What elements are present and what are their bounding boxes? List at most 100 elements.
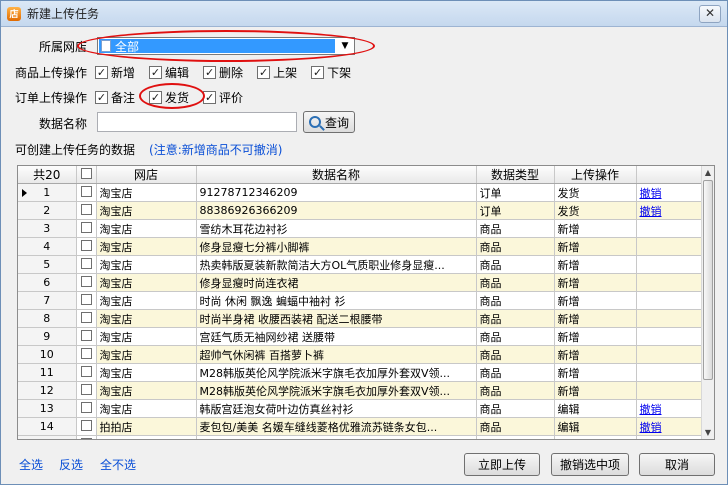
row-number[interactable]: 8 [18,309,77,328]
table-row[interactable]: 1 淘宝店 91278712346209 订单 发货 撤销 [18,183,703,202]
header-select-all[interactable] [76,166,97,184]
chevron-down-icon[interactable]: ▼ [336,41,354,51]
revoke-link[interactable]: 撤销 [640,421,662,434]
row-checkbox[interactable] [76,399,97,418]
row-checkbox[interactable] [76,345,97,364]
row-index: 7 [43,294,51,307]
close-button[interactable]: ✕ [699,5,721,23]
cell-store: 淘宝店 [96,399,197,418]
table-row[interactable]: 5 淘宝店 热卖韩版夏装新款简洁大方OL气质职业修身显瘦... 商品 新增 [18,255,703,274]
checkbox-list[interactable]: ✓ 上架 [257,64,297,81]
table-row[interactable]: 11 淘宝店 M28韩版英伦风学院派米字旗毛衣加厚外套双V领... 商品 新增 [18,363,703,382]
row-number[interactable]: 15 [18,435,77,439]
row-number[interactable]: 10 [18,345,77,364]
select-all-link[interactable]: 全选 [19,456,43,473]
cell-action [636,255,703,274]
scroll-thumb[interactable] [703,180,713,380]
data-name-label: 数据名称 [39,117,88,131]
checkbox-edit[interactable]: ✓ 编辑 [149,64,189,81]
row-checkbox[interactable] [76,237,97,256]
cell-data-name: 超帅气休闲裤 百搭萝卜裤 [196,345,477,364]
row-checkbox[interactable] [76,309,97,328]
header-data-name[interactable]: 数据名称 [196,166,477,184]
table-row[interactable]: 15 拍拍店麦包包/美美 名媛车缝线菱格优雅流苏链条女包...商品编辑撤销 [18,435,703,440]
cell-action [636,219,703,238]
row-checkbox[interactable] [76,255,97,274]
cell-action[interactable]: 撤销 [636,201,703,220]
revoke-link[interactable]: 撤销 [640,187,662,200]
data-name-input[interactable] [97,112,297,132]
upload-now-button[interactable]: 立即上传 [464,453,540,476]
checkbox-delist[interactable]: ✓ 下架 [311,64,351,81]
header-data-type[interactable]: 数据类型 [476,166,555,184]
checkbox-label: 上架 [273,66,298,80]
row-number[interactable]: 6 [18,273,77,292]
row-number[interactable]: 3 [18,219,77,238]
revoke-link[interactable]: 撤销 [640,439,662,440]
select-none-link[interactable]: 全不选 [100,456,136,473]
title-bar: 店 新建上传任务 ✕ [1,1,727,27]
vertical-scrollbar[interactable]: ▲ ▼ [701,166,714,439]
row-number[interactable]: 14 [18,417,77,436]
checkbox-remark[interactable]: ✓ 备注 [95,89,135,106]
table-row[interactable]: 9 淘宝店 宫廷气质无袖网纱裙 送腰带 商品 新增 [18,327,703,346]
store-dropdown[interactable]: 全部 ▼ [97,37,355,55]
row-checkbox[interactable] [76,327,97,346]
revoke-link[interactable]: 撤销 [640,403,662,416]
row-index: 14 [39,420,54,433]
row-checkbox[interactable] [76,417,97,436]
row-number[interactable]: 11 [18,363,77,382]
table-row[interactable]: 14 拍拍店 麦包包/美美 名媛车缝线菱格优雅流苏链条女包... 商品 编辑 撤销 [18,417,703,436]
header-action [636,166,703,184]
cell-data-type: 商品 [476,399,555,418]
cell-action[interactable]: 撤销 [636,183,703,202]
row-number[interactable]: 7 [18,291,77,310]
row-checkbox[interactable] [76,183,97,202]
checkbox-ship[interactable]: ✓ 发货 [149,89,189,106]
store-value: 全部 [115,39,140,54]
table-row[interactable]: 13 淘宝店 韩版宫廷泡女荷叶边仿真丝衬衫 商品 编辑 撤销 [18,399,703,418]
row-number[interactable]: 2 [18,201,77,220]
cell-action[interactable]: 撤销 [636,417,703,436]
row-checkbox[interactable] [76,381,97,400]
table-row[interactable]: 8 淘宝店 时尚半身裙 收腰西装裙 配送二根腰带 商品 新增 [18,309,703,328]
table-row[interactable]: 7 淘宝店 时尚 休闲 飘逸 蝙蝠中袖衬 衫商品 新增 [18,291,703,310]
table-row[interactable]: 3 淘宝店 雪纺木耳花边衬衫 商品 新增 [18,219,703,238]
row-checkbox[interactable] [76,363,97,382]
row-number[interactable]: 1 [18,183,77,202]
checkbox-add[interactable]: ✓ 新增 [95,64,135,81]
row-checkbox[interactable] [76,201,97,220]
scroll-down-icon[interactable]: ▼ [702,426,714,439]
cancel-button[interactable]: 取消 [639,453,715,476]
cell-action[interactable]: 撤销 [636,435,703,440]
checkbox-review[interactable]: ✓ 评价 [203,89,243,106]
row-checkbox[interactable] [76,435,97,439]
cell-action[interactable]: 撤销 [636,399,703,418]
order-ops-label: 订单上传操作 [15,91,88,105]
row-number[interactable]: 13 [18,399,77,418]
header-upload-op[interactable]: 上传操作 [554,166,637,184]
cell-action [636,381,703,400]
checkbox-delete[interactable]: ✓ 删除 [203,64,243,81]
invert-selection-link[interactable]: 反选 [59,456,83,473]
row-checkbox[interactable] [76,219,97,238]
revoke-link[interactable]: 撤销 [640,205,662,218]
table-row[interactable]: 12 淘宝店 M28韩版英伦风学院派米字旗毛衣加厚外套双V领... 商品 新增 [18,381,703,400]
cell-upload-op: 编辑 [554,417,637,436]
table-row[interactable]: 6 淘宝店 修身显瘦时尚连衣裙 商品 新增 [18,273,703,292]
table-row[interactable]: 4 淘宝店 修身显瘦七分裤小脚裤 商品 新增 [18,237,703,256]
scroll-up-icon[interactable]: ▲ [702,166,714,179]
row-number[interactable]: 12 [18,381,77,400]
row-number[interactable]: 5 [18,255,77,274]
table-row[interactable]: 2 淘宝店 88386926366209 订单 发货 撤销 [18,201,703,220]
row-index: 1 [43,186,51,199]
cell-store: 淘宝店 [96,201,197,220]
row-number[interactable]: 9 [18,327,77,346]
header-store[interactable]: 网店 [96,166,197,184]
table-row[interactable]: 10 淘宝店 超帅气休闲裤 百搭萝卜裤 商品 新增 [18,345,703,364]
cancel-selected-button[interactable]: 撤销选中项 [551,453,629,476]
query-button[interactable]: 查询 [303,111,355,133]
row-number[interactable]: 4 [18,237,77,256]
row-checkbox[interactable] [76,273,97,292]
row-checkbox[interactable] [76,291,97,310]
